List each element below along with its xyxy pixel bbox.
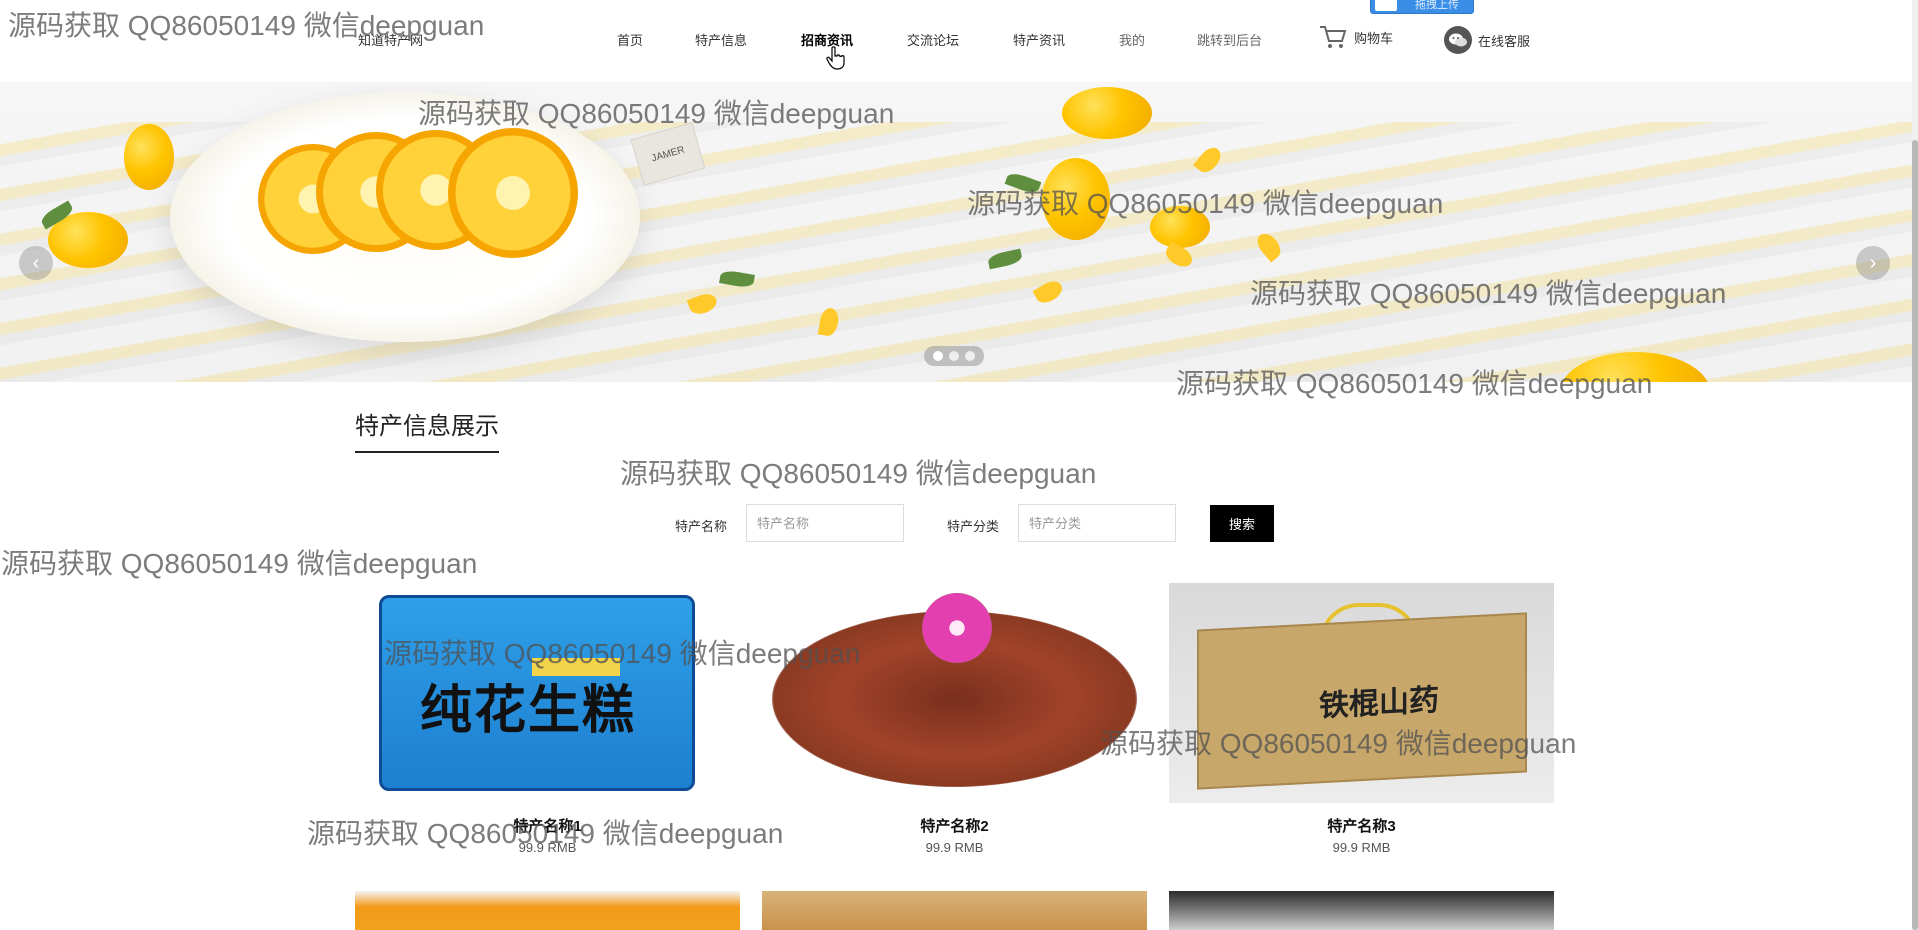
next-slide-button[interactable]: › (1856, 246, 1890, 280)
nav-forum[interactable]: 交流论坛 (907, 30, 959, 49)
product-card[interactable]: 特产名称2 99.9 RMB (762, 583, 1147, 855)
product-name[interactable]: 特产名称2 (762, 815, 1147, 836)
slide-dot-1[interactable] (933, 351, 943, 361)
product-card-partial[interactable] (762, 891, 1147, 930)
chevron-left-icon: ‹ (32, 251, 40, 274)
product-price: 99.9 RMB (518, 840, 577, 855)
main-nav: 首页 特产信息 招商资讯 交流论坛 特产资讯 我的 跳转到后台 (0, 30, 1918, 50)
watermark-text: 源码获取 QQ86050149 微信deepguan (620, 458, 1097, 489)
product-name[interactable]: 特产名称3 (1169, 815, 1554, 836)
cart-link[interactable]: 购物车 (1318, 24, 1393, 50)
upload-button[interactable]: 拖拽上传 (1370, 0, 1474, 14)
peanut-cake-box: 纯花生糕 (379, 595, 695, 791)
nav-mine[interactable]: 我的 (1119, 30, 1145, 49)
product-image-text: 纯花生糕 (420, 680, 637, 741)
scrollbar-thumb[interactable] (1912, 140, 1918, 930)
chevron-right-icon: › (1869, 251, 1877, 274)
product-price: 99.9 RMB (1332, 840, 1391, 855)
product-card-partial[interactable] (355, 891, 740, 930)
hero-banner: JAMER ‹ › (0, 82, 1912, 382)
service-label: 在线客服 (1478, 33, 1531, 49)
nav-specialty-news[interactable]: 特产资讯 (1013, 30, 1065, 49)
search-button[interactable]: 搜索 (1210, 505, 1274, 542)
nav-admin[interactable]: 跳转到后台 (1197, 30, 1262, 49)
yellow-tomato (1062, 87, 1152, 139)
yam-gift-box: 铁棍山药 (1197, 612, 1527, 790)
page-scrollbar[interactable] (1912, 0, 1918, 930)
section-title: 特产信息展示 (355, 406, 499, 453)
name-input[interactable] (746, 504, 904, 542)
watermark-text: 源码获取 QQ86050149 微信deepguan (1, 548, 478, 579)
product-image[interactable] (762, 583, 1147, 803)
hand-cursor-icon (826, 46, 845, 70)
product-card[interactable]: 铁棍山药 特产名称3 99.9 RMB (1169, 583, 1554, 855)
slide-dot-3[interactable] (965, 351, 975, 361)
product-name[interactable]: 特产名称1 (355, 815, 740, 836)
yellow-tomato (124, 124, 174, 190)
cart-icon (1320, 26, 1347, 48)
slide-dot-2[interactable] (949, 351, 959, 361)
search-bar: 特产名称 特产分类 搜索 (0, 504, 1918, 544)
slide-indicator (924, 346, 984, 366)
prev-slide-button[interactable]: ‹ (19, 246, 53, 280)
online-service-link[interactable]: 在线客服 (1444, 26, 1530, 54)
product-image[interactable]: 铁棍山药 (1169, 583, 1554, 803)
wechat-icon (1444, 26, 1472, 54)
category-label: 特产分类 (947, 519, 1000, 534)
lemon-slice (448, 128, 578, 258)
cart-label: 购物车 (1354, 30, 1394, 46)
upload-logo-icon (1375, 0, 1397, 11)
product-price: 99.9 RMB (925, 840, 984, 855)
product-image-text: 铁棍山药 (1319, 682, 1439, 725)
yellow-tomato (1042, 158, 1110, 240)
product-card[interactable]: 纯花生糕 特产名称1 99.9 RMB (355, 583, 740, 855)
yellow-tomato (1150, 206, 1210, 248)
nav-specialty-info[interactable]: 特产信息 (695, 30, 747, 49)
product-card-partial[interactable] (1169, 891, 1554, 930)
top-header: 知道特产网 首页 特产信息 招商资讯 交流论坛 特产资讯 我的 跳转到后台 购物… (0, 0, 1918, 82)
category-input[interactable] (1018, 504, 1176, 542)
upload-label: 拖拽上传 (1415, 0, 1459, 11)
nav-home[interactable]: 首页 (617, 30, 643, 49)
product-image[interactable]: 纯花生糕 (355, 583, 740, 803)
flower-garnish (922, 593, 992, 663)
name-label: 特产名称 (675, 519, 728, 534)
